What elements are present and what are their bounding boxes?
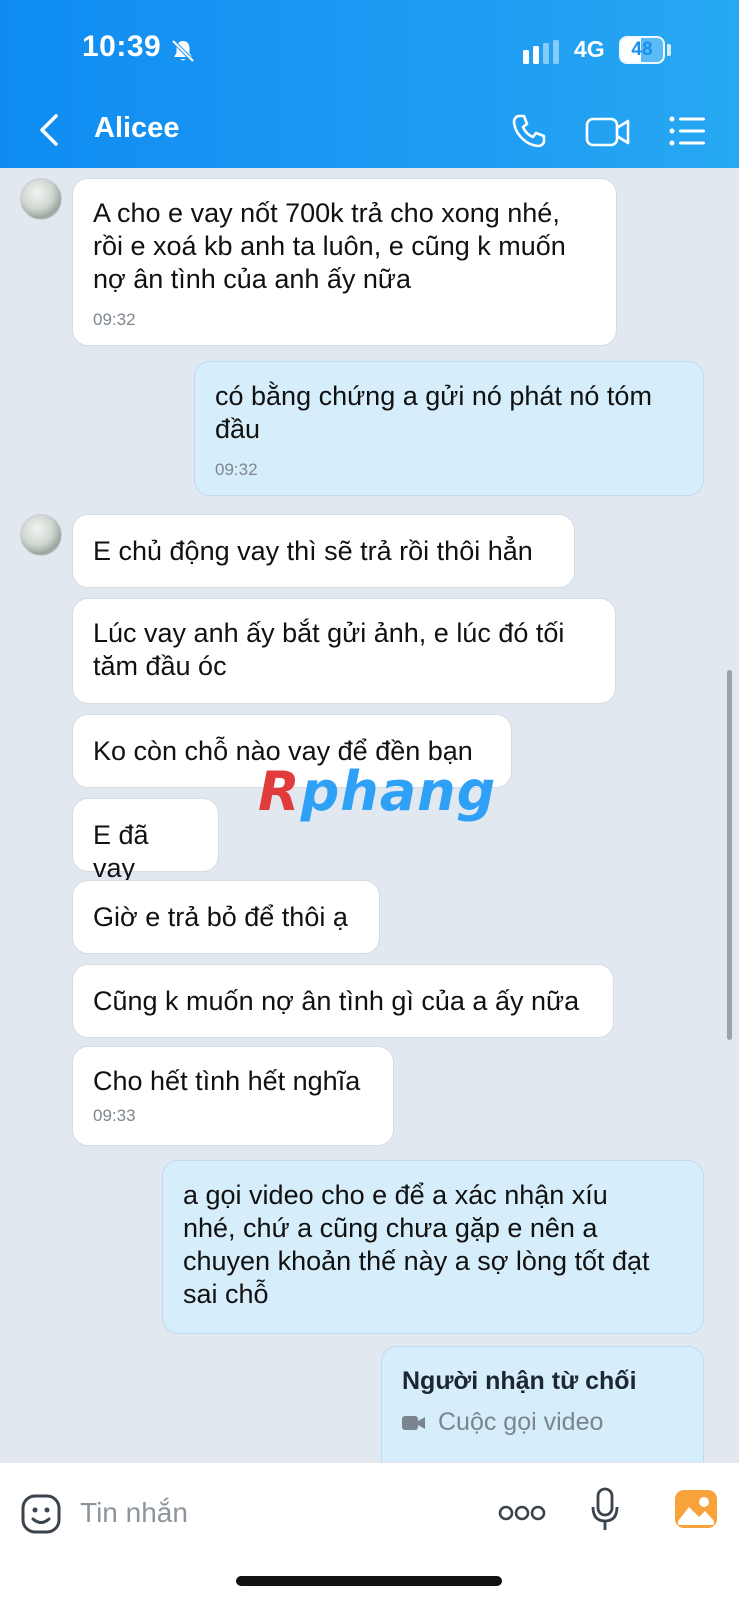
message-text: Cho hết tình hết nghĩa <box>93 1066 361 1096</box>
chat-scrollbar[interactable] <box>727 670 732 1040</box>
status-time: 10:39 <box>82 30 162 63</box>
message-text: E đã vay <box>93 820 149 883</box>
battery-level: 48 <box>631 39 653 60</box>
message-bubble-outgoing[interactable]: có bằng chứng a gửi nó phát nó tóm đầu 0… <box>194 361 704 496</box>
call-status-title: Người nhận từ chối <box>402 1367 637 1395</box>
message-text: Cũng k muốn nợ ân tình gì của a ấy nữa <box>93 986 580 1016</box>
message-text: A cho e vay nốt 700k trả cho xong nhé, r… <box>93 198 566 294</box>
phone-icon[interactable] <box>510 112 548 150</box>
message-bubble-incoming[interactable]: Cho hết tình hết nghĩa 09:33 <box>72 1046 394 1146</box>
message-bubble-incoming[interactable]: Lúc vay anh ấy bắt gửi ảnh, e lúc đó tối… <box>72 598 616 704</box>
home-indicator[interactable] <box>236 1576 502 1586</box>
message-time: 09:33 <box>93 1106 136 1125</box>
microphone-icon[interactable] <box>590 1487 620 1533</box>
chat-header: 10:39 4G 48 Alicee <box>0 0 739 168</box>
missed-call-card[interactable]: Người nhận từ chối Cuộc gọi video <box>381 1346 704 1462</box>
message-bubble-incoming[interactable]: E chủ động vay thì sẽ trả rồi thôi hẳn <box>72 514 575 588</box>
back-button[interactable] <box>34 112 66 148</box>
bell-off-icon <box>171 39 195 63</box>
message-text: E chủ động vay thì sẽ trả rồi thôi hẳn <box>93 536 533 566</box>
message-bubble-incoming[interactable]: Cũng k muốn nợ ân tình gì của a ấy nữa <box>72 964 614 1038</box>
call-type-label: Cuộc gọi video <box>438 1408 604 1436</box>
battery-indicator: 48 <box>619 36 665 64</box>
list-menu-icon[interactable] <box>668 114 706 148</box>
watermark-logo: Rphang <box>258 760 497 823</box>
signal-icon <box>523 40 559 64</box>
message-time: 09:32 <box>93 310 136 329</box>
message-bubble-incoming[interactable]: A cho e vay nốt 700k trả cho xong nhé, r… <box>72 178 617 346</box>
contact-avatar[interactable] <box>20 514 62 556</box>
contact-name[interactable]: Alicee <box>94 112 179 145</box>
message-input[interactable] <box>80 1489 460 1537</box>
message-text: có bằng chứng a gửi nó phát nó tóm đầu <box>215 381 652 444</box>
message-text: a gọi video cho e để a xác nhận xíu nhé,… <box>183 1180 650 1309</box>
message-bubble-outgoing[interactable]: a gọi video cho e để a xác nhận xíu nhé,… <box>162 1160 704 1334</box>
call-type: Cuộc gọi video <box>402 1406 683 1439</box>
more-dots-icon[interactable] <box>498 1503 546 1523</box>
network-type: 4G <box>574 36 605 62</box>
video-camera-icon[interactable] <box>585 116 631 148</box>
emoji-icon[interactable] <box>20 1493 62 1535</box>
message-bubble-incoming[interactable]: E đã vay <box>72 798 219 883</box>
image-gallery-icon[interactable] <box>674 1489 718 1529</box>
message-time: 09:32 <box>215 460 258 479</box>
battery-tip <box>667 44 671 56</box>
message-text: Giờ e trả bỏ để thôi ạ <box>93 902 348 932</box>
message-bubble-incoming[interactable]: Giờ e trả bỏ để thôi ạ <box>72 880 380 954</box>
video-call-icon <box>402 1415 425 1430</box>
message-text: Lúc vay anh ấy bắt gửi ảnh, e lúc đó tối… <box>93 618 565 681</box>
contact-avatar[interactable] <box>20 178 62 220</box>
